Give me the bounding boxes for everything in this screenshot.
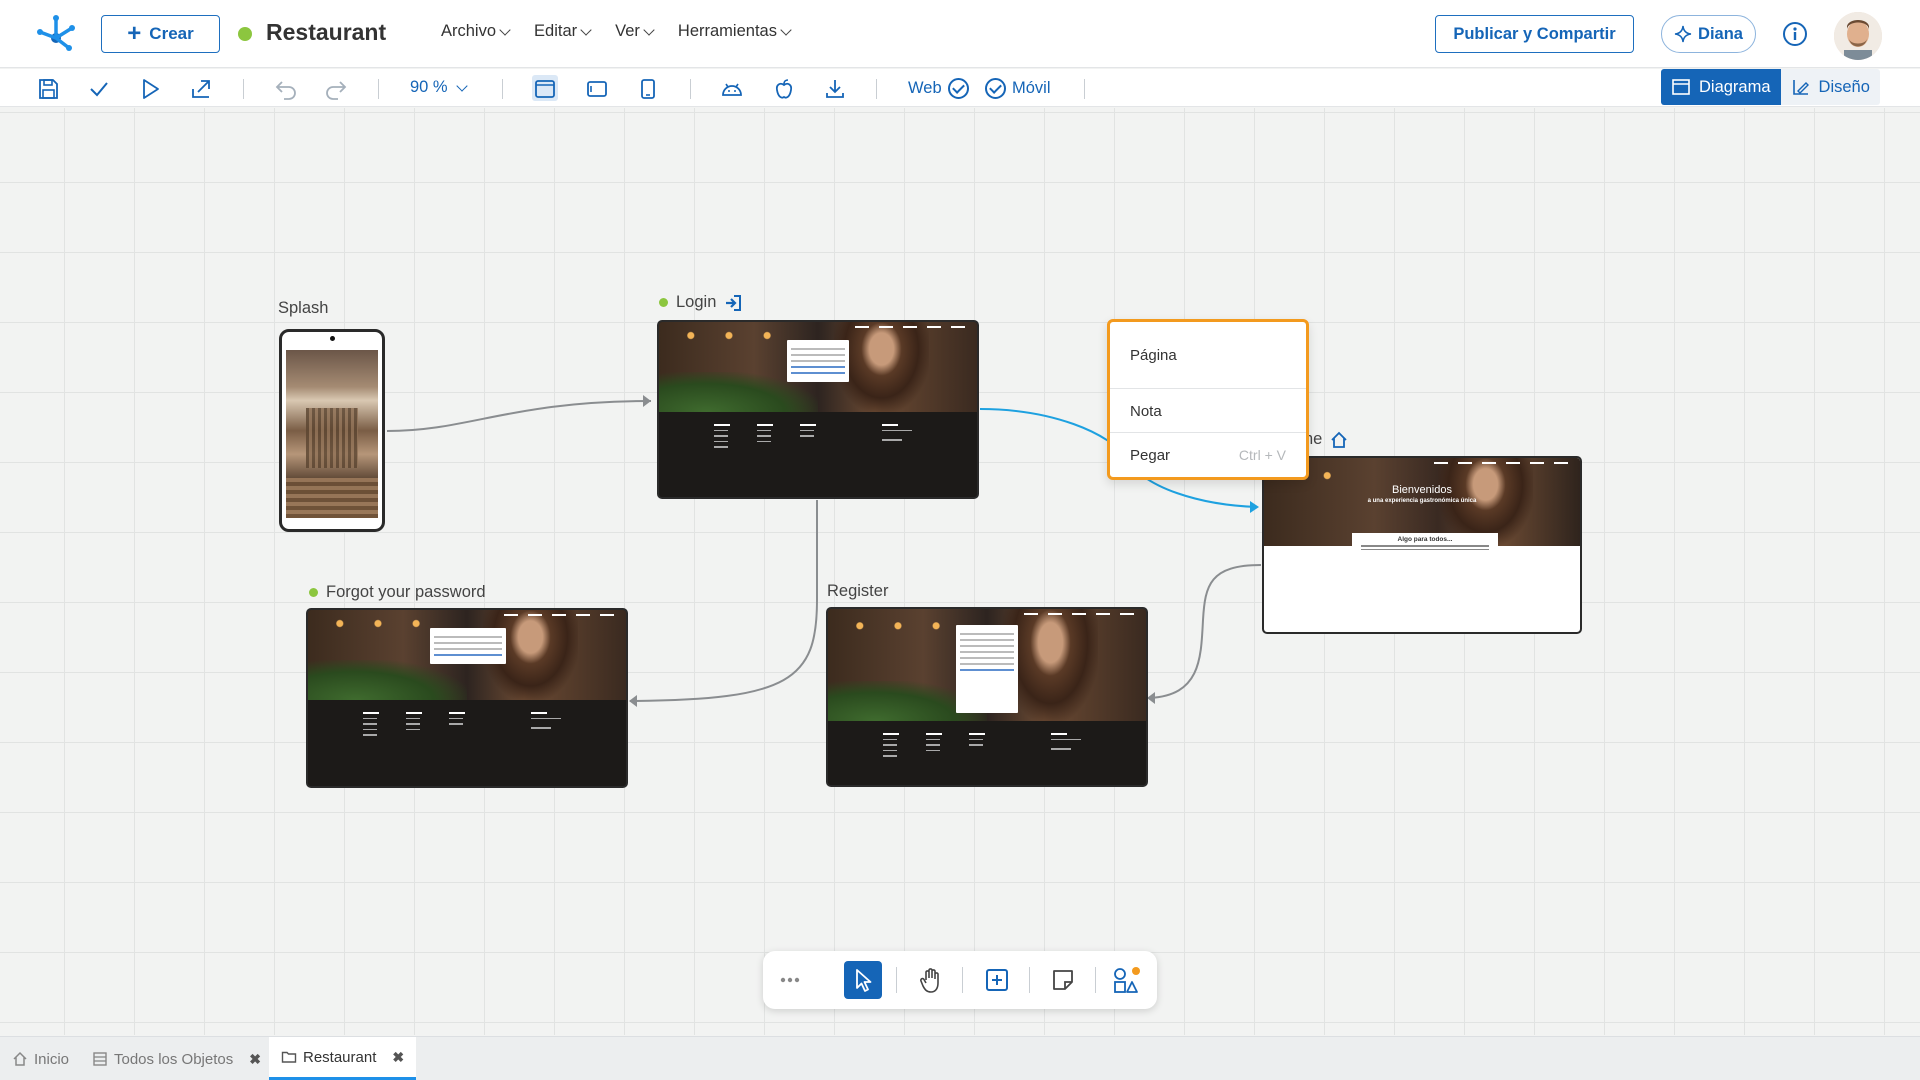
assistant-button[interactable]: Diana [1661,15,1756,53]
sparkle-icon [1674,25,1692,43]
design-icon [1792,80,1809,95]
undo-icon[interactable] [274,77,298,101]
menu-view[interactable]: Ver [615,22,655,41]
paste-shortcut: Ctrl + V [1238,447,1286,463]
diagram-view-label: Diagrama [1699,77,1771,96]
canvas-tool-bar [763,951,1157,1009]
pan-tool-button[interactable] [912,961,950,999]
desktop-view-icon[interactable] [533,77,557,101]
home-preview-box-title: Algo para todos... [1397,536,1453,543]
add-page-icon [986,969,1008,991]
close-icon[interactable]: ✖ [249,1051,261,1068]
tab-restaurant[interactable]: Restaurant ✖ [269,1037,417,1080]
close-icon[interactable]: ✖ [392,1049,404,1066]
status-dot [309,588,318,597]
download-icon[interactable] [823,77,847,101]
platform-web-toggle[interactable]: Web [908,78,969,99]
pointer-icon [856,969,872,992]
view-mode-toggle: Diagrama Diseño [1661,69,1880,105]
platform-mobile-toggle[interactable]: Móvil [985,78,1051,99]
diagram-icon [1672,79,1690,95]
validate-check-icon[interactable] [87,77,111,101]
home-icon [13,1051,27,1066]
export-icon[interactable] [189,77,213,101]
node-label-register[interactable]: Register [827,582,888,601]
list-icon [93,1052,107,1066]
avatar-image [1834,12,1882,60]
tab-home[interactable]: Inicio [0,1037,81,1080]
platform-web-label: Web [908,79,942,97]
node-label-forgot-password[interactable]: Forgot your password [309,583,486,602]
more-dots-icon [780,977,800,983]
diagram-canvas[interactable] [0,108,1920,1035]
node-label-splash[interactable]: Splash [278,299,328,318]
apple-icon[interactable] [772,77,796,101]
login-entry-icon [726,294,742,311]
platform-mobile-label: Móvil [1012,79,1051,97]
top-header: + Crear Restaurant Archivo Editar Ver He… [0,0,1920,68]
context-menu-item-page[interactable]: Página [1110,335,1306,375]
info-icon[interactable] [1782,21,1808,47]
context-menu-item-paste[interactable]: Pegar Ctrl + V [1110,435,1306,475]
add-page-tool-button[interactable] [978,961,1016,999]
home-preview-box: Algo para todos... [1352,533,1498,557]
register-page-thumbnail[interactable] [826,607,1148,787]
play-icon[interactable] [138,77,162,101]
node-label-home[interactable]: ne [1304,430,1348,449]
menu-tools[interactable]: Herramientas [678,22,792,41]
phone-view-icon[interactable] [636,77,660,101]
tablet-view-icon[interactable] [585,77,609,101]
select-tool-button[interactable] [844,961,882,999]
zoom-value: 90 % [410,78,448,96]
editor-toolbar: 90 % Web Móvil Diagrama Diseño [0,69,1920,107]
chevron-down-icon [455,79,468,92]
design-view-label: Diseño [1818,77,1870,96]
status-dot [659,298,668,307]
status-indicator [238,27,252,41]
user-avatar[interactable] [1834,12,1882,60]
create-button[interactable]: + Crear [101,15,220,53]
components-tool-button[interactable] [1108,961,1146,999]
zoom-select[interactable]: 90 % [410,78,468,97]
redo-icon[interactable] [324,77,348,101]
design-view-button[interactable]: Diseño [1780,69,1880,105]
context-menu-item-note[interactable]: Nota [1110,391,1306,431]
splash-screen-image [286,350,378,518]
folder-icon [281,1051,297,1063]
check-circle-icon [985,78,1006,99]
login-page-thumbnail[interactable] [657,320,979,499]
create-button-label: Crear [149,24,194,43]
home-icon [1331,431,1347,448]
canvas-context-menu: Página Nota Pegar Ctrl + V [1107,319,1309,480]
menu-edit[interactable]: Editar [534,22,592,41]
hand-icon [920,968,939,993]
components-icon [1114,967,1140,993]
splash-page-thumbnail[interactable] [279,329,385,532]
document-tabs: Inicio Todos los Objetos ✖ Restaurant ✖ [0,1036,1920,1080]
chevron-down-icon [643,23,655,36]
app-title: Restaurant [266,19,387,45]
note-icon [1053,970,1073,990]
home-page-thumbnail[interactable]: Bienvenidos a una experiencia gastronómi… [1262,456,1582,634]
chevron-down-icon [780,23,792,36]
assistant-label: Diana [1698,24,1743,43]
forgot-password-page-thumbnail[interactable] [306,608,628,788]
menu-file[interactable]: Archivo [441,22,511,41]
app-logo-icon[interactable] [36,12,76,52]
plus-icon: + [127,20,142,47]
save-icon[interactable] [36,77,60,101]
node-label-login[interactable]: Login [659,293,742,312]
main-menu: Archivo Editar Ver Herramientas [441,22,792,41]
diagram-view-button[interactable]: Diagrama [1661,69,1781,105]
home-preview-title: Bienvenidos [1392,484,1452,496]
more-options-button[interactable] [771,961,809,999]
chevron-down-icon [580,23,592,36]
tab-all-objects[interactable]: Todos los Objetos ✖ [80,1037,273,1080]
home-preview-subtitle: a una experiencia gastronómica única [1367,498,1477,504]
android-icon[interactable] [720,77,744,101]
check-circle-icon [947,78,969,99]
chevron-down-icon [499,23,511,36]
publish-share-button[interactable]: Publicar y Compartir [1435,15,1634,53]
add-note-tool-button[interactable] [1044,961,1082,999]
